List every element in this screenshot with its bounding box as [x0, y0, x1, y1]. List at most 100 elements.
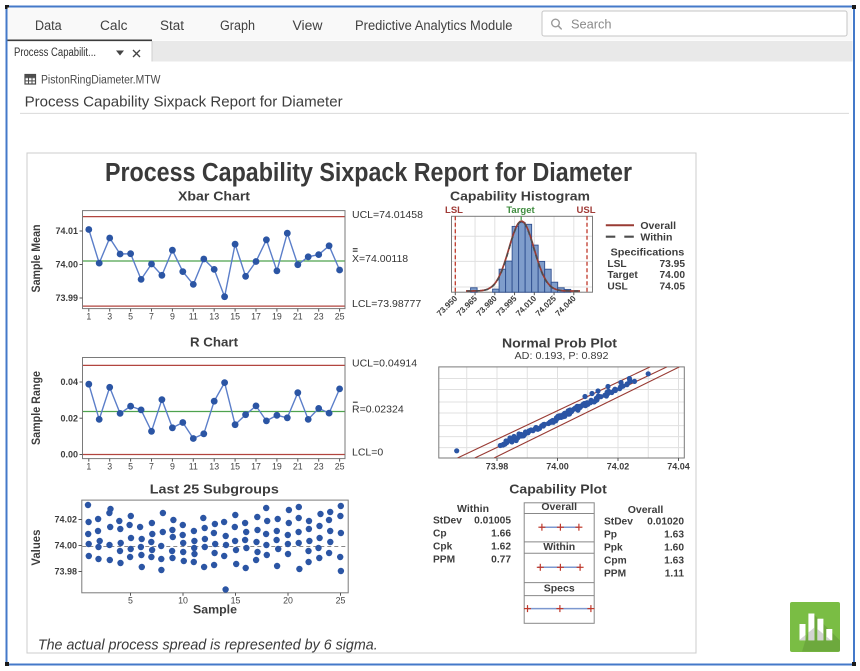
svg-text:UCL=74.01458: UCL=74.01458 [352, 209, 423, 221]
svg-text:LSL: LSL [607, 259, 626, 270]
svg-text:74.04: 74.04 [667, 462, 690, 472]
svg-text:0.01020: 0.01020 [647, 517, 684, 528]
svg-text:74.05: 74.05 [660, 282, 686, 293]
svg-text:PistonRingDiameter.MTW: PistonRingDiameter.MTW [41, 75, 161, 87]
svg-text:21: 21 [293, 462, 303, 472]
svg-text:3: 3 [107, 312, 112, 322]
svg-text:3: 3 [107, 462, 112, 472]
svg-text:25: 25 [335, 312, 345, 322]
svg-text:25: 25 [336, 596, 346, 606]
svg-text:Graph: Graph [220, 18, 255, 33]
svg-text:UCL=0.04914: UCL=0.04914 [352, 357, 417, 369]
svg-text:19: 19 [272, 312, 282, 322]
svg-text:10: 10 [178, 596, 188, 606]
svg-text:PPM: PPM [433, 555, 455, 566]
svg-text:Last 25 Subgroups: Last 25 Subgroups [150, 482, 279, 497]
svg-text:7: 7 [149, 462, 154, 472]
svg-text:X=74.00118: X=74.00118 [352, 253, 408, 265]
svg-text:View: View [293, 18, 323, 33]
svg-text:LSL: LSL [445, 205, 463, 216]
svg-text:7: 7 [149, 312, 154, 322]
svg-text:Specs: Specs [544, 582, 575, 594]
svg-text:The actual process spread is r: The actual process spread is represented… [38, 637, 378, 653]
svg-text:Capability Plot: Capability Plot [509, 482, 607, 497]
svg-text:5: 5 [128, 312, 133, 322]
svg-text:Data: Data [35, 18, 62, 33]
svg-text:13: 13 [209, 462, 219, 472]
svg-text:Target: Target [506, 205, 535, 216]
svg-text:Within: Within [640, 232, 672, 244]
svg-text:Search: Search [571, 17, 612, 32]
svg-text:15: 15 [230, 312, 240, 322]
svg-text:USL: USL [577, 205, 596, 216]
svg-text:Stat: Stat [160, 18, 184, 33]
svg-text:11: 11 [189, 462, 198, 472]
svg-text:1.63: 1.63 [664, 530, 684, 541]
svg-text:74.01: 74.01 [55, 226, 78, 236]
svg-text:21: 21 [293, 312, 303, 322]
svg-text:R Chart: R Chart [190, 335, 239, 350]
svg-text:15: 15 [230, 462, 240, 472]
svg-text:9: 9 [170, 462, 175, 472]
svg-text:Process Capability Sixpack Rep: Process Capability Sixpack Report for Di… [25, 95, 343, 111]
svg-text:Ppk: Ppk [604, 543, 623, 554]
svg-text:1: 1 [86, 462, 91, 472]
svg-text:Overall: Overall [541, 501, 577, 513]
svg-text:0.02: 0.02 [60, 413, 78, 423]
svg-text:74.02: 74.02 [54, 515, 77, 525]
svg-text:Values: Values [31, 530, 43, 566]
svg-text:74.00: 74.00 [660, 270, 686, 281]
svg-text:19: 19 [272, 462, 282, 472]
svg-text:Capability Histogram: Capability Histogram [450, 189, 590, 204]
svg-text:Cp: Cp [433, 529, 447, 540]
svg-text:Specifications: Specifications [611, 248, 685, 259]
svg-text:74.00: 74.00 [546, 462, 569, 472]
svg-text:1: 1 [86, 312, 91, 322]
svg-text:Target: Target [607, 270, 638, 281]
svg-text:Cpm: Cpm [604, 556, 627, 567]
svg-text:25: 25 [335, 462, 345, 472]
svg-text:1.66: 1.66 [491, 529, 511, 540]
svg-text:74.00: 74.00 [55, 260, 78, 270]
svg-text:Within: Within [457, 503, 489, 515]
svg-text:PPM: PPM [604, 569, 626, 580]
svg-text:USL: USL [607, 282, 627, 293]
svg-text:9: 9 [170, 312, 175, 322]
svg-text:74.00: 74.00 [54, 541, 77, 551]
svg-text:1.62: 1.62 [491, 542, 511, 553]
svg-text:Overall: Overall [628, 504, 664, 516]
svg-text:73.98: 73.98 [486, 462, 509, 472]
svg-text:0.01005: 0.01005 [474, 516, 511, 527]
svg-text:StDev: StDev [433, 516, 462, 527]
svg-text:73.98: 73.98 [54, 567, 77, 577]
svg-text:20: 20 [283, 596, 293, 606]
svg-text:Normal Prob Plot: Normal Prob Plot [502, 336, 618, 351]
svg-text:StDev: StDev [604, 517, 633, 528]
svg-text:73.95: 73.95 [660, 259, 686, 270]
svg-text:5: 5 [128, 462, 133, 472]
svg-text:Within: Within [543, 541, 575, 553]
svg-text:74.02: 74.02 [607, 462, 630, 472]
svg-text:17: 17 [251, 462, 261, 472]
svg-text:AD: 0.193, P: 0.892: AD: 0.193, P: 0.892 [515, 350, 609, 362]
svg-text:LCL=73.98777: LCL=73.98777 [352, 298, 421, 310]
svg-text:Sample Range: Sample Range [31, 371, 43, 445]
svg-text:13: 13 [209, 312, 219, 322]
svg-text:Calc: Calc [100, 18, 128, 33]
svg-text:0.04: 0.04 [60, 377, 78, 387]
svg-text:1.63: 1.63 [664, 556, 684, 567]
svg-text:Overall: Overall [640, 220, 676, 232]
svg-text:Sample: Sample [193, 605, 237, 617]
svg-text:Xbar Chart: Xbar Chart [178, 189, 251, 204]
svg-text:Pp: Pp [604, 530, 617, 541]
svg-text:Process Capabilit...: Process Capabilit... [14, 47, 96, 59]
svg-text:0.00: 0.00 [60, 450, 78, 460]
svg-text:LCL=0: LCL=0 [352, 446, 383, 458]
svg-text:23: 23 [314, 462, 324, 472]
svg-text:Sample Mean: Sample Mean [31, 225, 43, 293]
svg-text:R=0.02324: R=0.02324 [352, 403, 404, 415]
svg-text:17: 17 [251, 312, 261, 322]
svg-text:0.77: 0.77 [491, 555, 511, 566]
svg-text:73.99: 73.99 [55, 293, 78, 303]
svg-text:Cpk: Cpk [433, 542, 453, 553]
